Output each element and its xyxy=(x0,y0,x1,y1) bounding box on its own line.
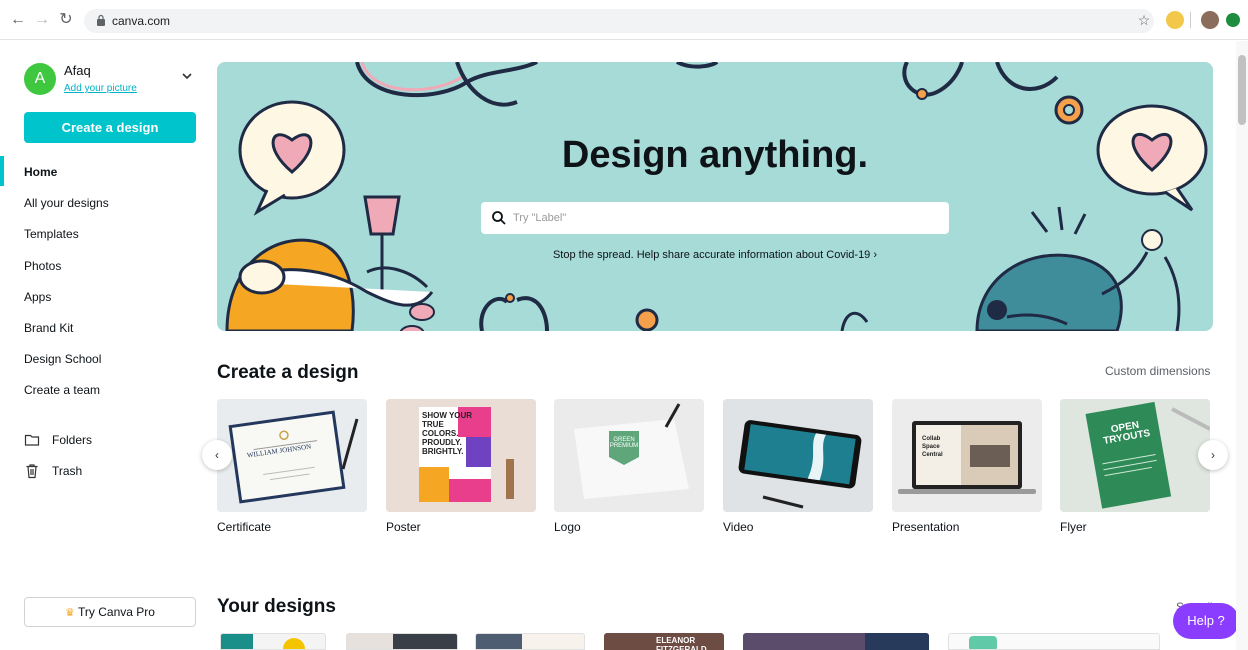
your-designs-title: Your designs xyxy=(217,596,336,617)
url-text: canva.com xyxy=(112,14,171,28)
try-pro-button[interactable]: ♛ Try Canva Pro xyxy=(24,597,196,627)
sidebar-item-home[interactable]: Home xyxy=(24,165,57,179)
active-nav-marker xyxy=(0,156,4,186)
design-type-card-video[interactable] xyxy=(723,399,873,512)
avatar[interactable]: A xyxy=(24,63,56,95)
crown-icon: ♛ xyxy=(65,607,75,619)
carousel-prev-button[interactable]: ‹ xyxy=(202,440,232,470)
forward-icon[interactable]: → xyxy=(32,10,52,30)
card-label-poster[interactable]: Poster xyxy=(386,520,421,534)
toolbar-divider xyxy=(1190,12,1191,28)
sidebar-item-templates[interactable]: Templates xyxy=(24,227,79,241)
page-scrollbar[interactable] xyxy=(1236,41,1248,650)
poster-text: SHOW YOUR TRUE COLORS. PROUDLY. BRIGHTLY… xyxy=(422,411,473,456)
folder-icon xyxy=(24,434,40,446)
scrollbar-thumb[interactable] xyxy=(1238,55,1246,125)
presentation-thumbnail xyxy=(892,399,1042,512)
extension-icon[interactable] xyxy=(1166,11,1184,29)
video-thumbnail xyxy=(723,399,873,512)
user-name: Afaq xyxy=(64,63,91,78)
design-type-card-certificate[interactable]: WILLIAM JOHNSON xyxy=(217,399,367,512)
carousel-next-button[interactable]: › xyxy=(1198,440,1228,470)
sidebar-item-design-school[interactable]: Design School xyxy=(24,352,101,366)
sidebar-item-all-designs[interactable]: All your designs xyxy=(24,196,109,210)
design-type-card-poster[interactable]: SHOW YOUR TRUE COLORS. PROUDLY. BRIGHTLY… xyxy=(386,399,536,512)
card-label-video[interactable]: Video xyxy=(723,520,753,534)
slide-text: Collab Space Central xyxy=(922,436,943,458)
back-icon[interactable]: ← xyxy=(8,10,28,30)
sidebar: A Afaq Add your picture Create a design … xyxy=(0,41,210,650)
card-label-presentation[interactable]: Presentation xyxy=(892,520,959,534)
profile-icon[interactable] xyxy=(1201,11,1219,29)
search-input[interactable] xyxy=(513,202,933,234)
design-type-card-presentation[interactable]: Collab Space Central xyxy=(892,399,1042,512)
add-picture-link[interactable]: Add your picture xyxy=(64,83,137,94)
lock-icon xyxy=(97,14,105,26)
address-bar[interactable]: canva.com xyxy=(84,9,1154,33)
star-icon[interactable]: ☆ xyxy=(1134,10,1154,30)
your-design-thumb[interactable] xyxy=(346,633,458,650)
sidebar-item-apps[interactable]: Apps xyxy=(24,290,51,304)
sidebar-item-create-team[interactable]: Create a team xyxy=(24,383,100,397)
covid-info-link[interactable]: Stop the spread. Help share accurate inf… xyxy=(217,249,1213,261)
card-label-flyer[interactable]: Flyer xyxy=(1060,520,1087,534)
custom-dimensions-link[interactable]: Custom dimensions xyxy=(1105,364,1210,378)
update-icon[interactable] xyxy=(1226,13,1240,27)
design-type-card-flyer[interactable]: OPEN TRYOUTS xyxy=(1060,399,1210,512)
reload-icon[interactable]: ↻ xyxy=(56,10,76,30)
create-section-title: Create a design xyxy=(217,362,359,383)
your-design-thumb[interactable] xyxy=(743,633,929,650)
flyer-thumbnail xyxy=(1060,399,1210,512)
help-button[interactable]: Help ? xyxy=(1173,603,1239,639)
chevron-down-icon[interactable] xyxy=(180,69,194,83)
your-design-thumb[interactable] xyxy=(220,633,326,650)
your-design-thumb[interactable] xyxy=(475,633,585,650)
design-thumb-title: ELEANOR FITZGERALD xyxy=(656,636,707,650)
sidebar-item-trash[interactable]: Trash xyxy=(52,464,82,478)
your-design-thumb[interactable]: ELEANOR FITZGERALD xyxy=(604,633,724,650)
try-pro-label: Try Canva Pro xyxy=(78,605,155,619)
create-design-button[interactable]: Create a design xyxy=(24,112,196,143)
your-design-thumb[interactable] xyxy=(948,633,1160,650)
sidebar-item-brand-kit[interactable]: Brand Kit xyxy=(24,321,73,335)
search-box[interactable] xyxy=(481,202,949,234)
hero-illustration xyxy=(225,62,1208,331)
hero-title: Design anything. xyxy=(561,134,869,176)
card-label-logo[interactable]: Logo xyxy=(554,520,581,534)
sidebar-item-photos[interactable]: Photos xyxy=(24,259,61,273)
search-icon xyxy=(492,211,506,225)
trash-icon xyxy=(26,464,38,479)
card-label-certificate[interactable]: Certificate xyxy=(217,520,271,534)
design-type-card-logo[interactable]: GREEN PREMIUM xyxy=(554,399,704,512)
logo-thumbnail xyxy=(554,399,704,512)
logo-text: GREEN PREMIUM xyxy=(609,437,639,449)
browser-toolbar: ← → ↻ canva.com ☆ xyxy=(0,0,1248,40)
hero-banner: Design anything. Stop the spread. Help s… xyxy=(217,62,1213,331)
sidebar-item-folders[interactable]: Folders xyxy=(52,433,92,447)
